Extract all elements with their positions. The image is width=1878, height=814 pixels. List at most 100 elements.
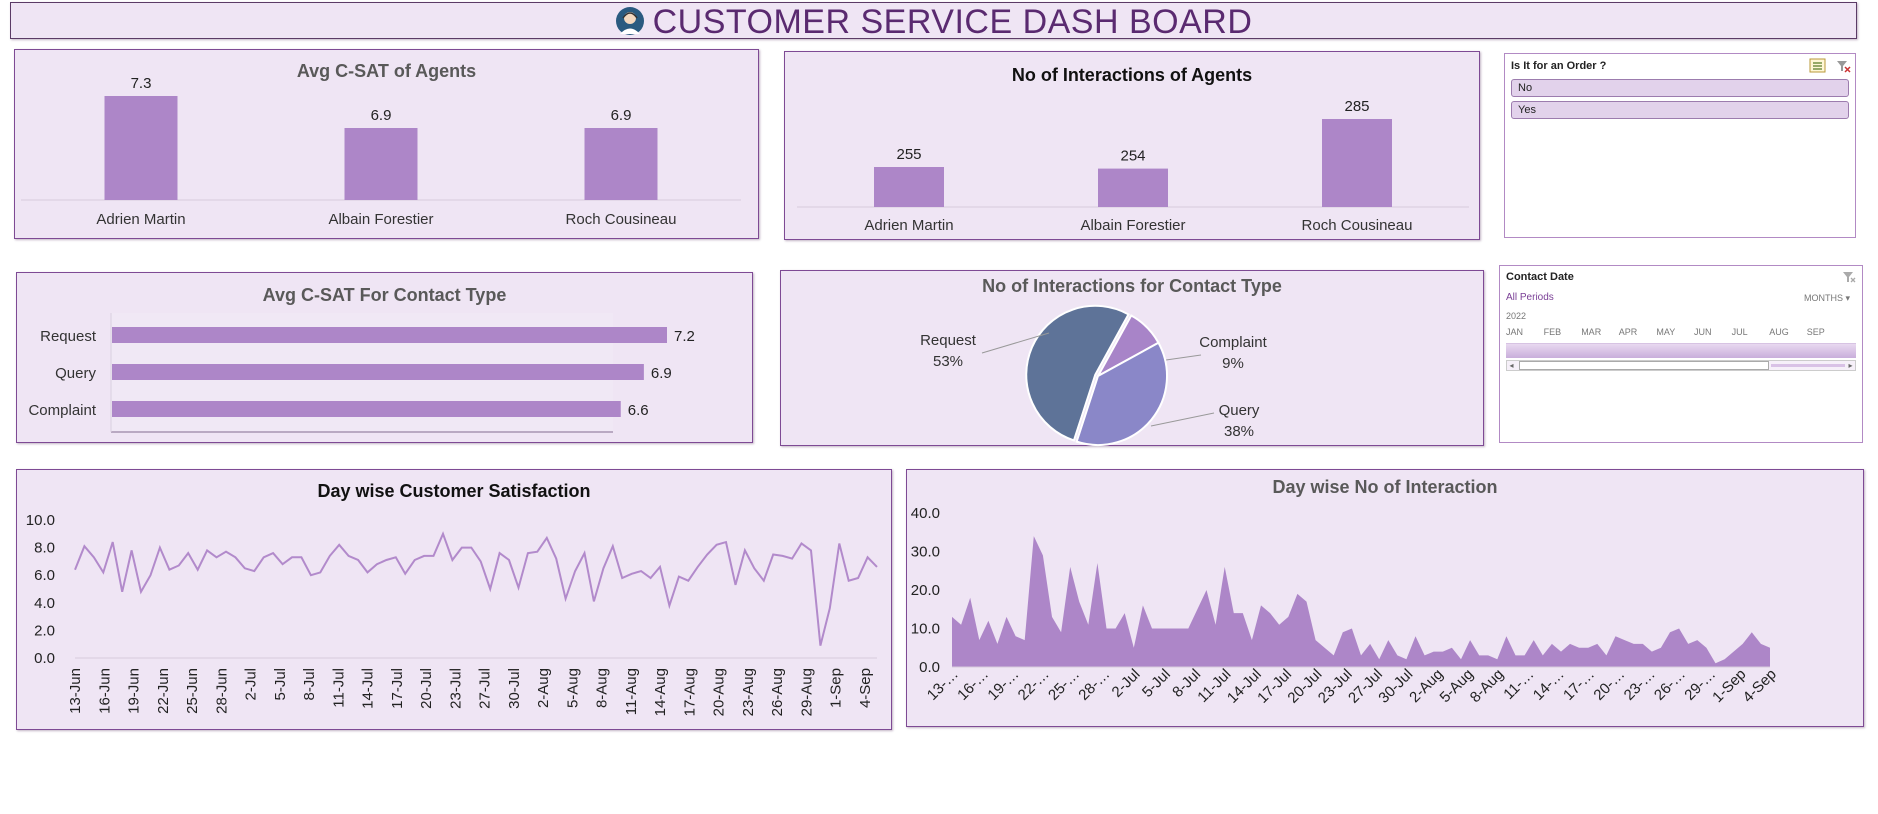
agent-headset-icon [615,7,644,36]
bar[interactable] [584,128,658,200]
timeline-all-periods[interactable]: All Periods [1506,292,1554,303]
category-label: Albain Forestier [1080,217,1185,234]
timeline-level-select[interactable]: MONTHS ▾ [1804,293,1850,304]
contact-date-timeline: Contact Date All Periods MONTHS ▾ 2022 J… [1499,265,1863,443]
series-area[interactable] [952,536,1770,667]
x-tick-label: 17-Jul [389,668,406,709]
x-tick-label: 27-Jul [1345,666,1386,707]
bar[interactable] [874,167,944,207]
scrollbar-thumb[interactable] [1519,361,1769,370]
timeline-year: 2022 [1506,311,1527,321]
x-tick-label: 23-… [1621,666,1659,704]
timeline-scrollbar[interactable]: ◂ ▸ [1506,360,1856,371]
timeline-month-mar[interactable]: MAR [1581,327,1601,337]
dashboard-title-wrap: CUSTOMER SERVICE DASH BOARD [11,3,1856,41]
x-tick-label: 28-Jun [213,668,230,714]
data-label: 285 [1344,98,1369,115]
clear-filter-icon[interactable] [1835,58,1851,74]
x-tick-label: 5-Aug [564,668,581,708]
slicer-title: Is It for an Order ? [1511,60,1607,72]
category-label: Adrien Martin [96,211,185,228]
bar[interactable] [104,96,178,200]
data-label: 6.9 [651,365,672,382]
category-label: Request [40,328,97,345]
x-tick-label: 16-Jun [96,668,113,714]
y-tick-label: 0.0 [34,650,55,667]
clear-filter-icon[interactable] [1842,270,1856,284]
x-tick-label: 2-Aug [1406,666,1446,706]
bar[interactable] [1322,119,1392,207]
x-tick-label: 11-Aug [623,668,640,715]
x-tick-label: 30-Jul [506,668,523,709]
bar[interactable] [344,128,418,200]
chevron-down-icon: ▾ [1843,293,1851,303]
x-tick-label: 23-Aug [740,668,757,716]
slicer-item-no[interactable]: No [1511,79,1849,97]
x-tick-label: 5-Aug [1437,666,1477,706]
x-tick-label: 8-Aug [594,668,611,708]
timeline-month-may[interactable]: MAY [1656,327,1675,337]
slice-label: Query [1219,402,1260,419]
data-label: 255 [896,146,921,163]
order-slicer: Is It for an Order ? No Yes [1504,53,1856,238]
panel-interactions-agents: No of Interactions of Agents 255 Adrien M… [784,51,1480,240]
x-tick-label: 23-Jul [447,668,464,709]
category-label: Adrien Martin [864,217,953,234]
series-line[interactable] [74,531,878,646]
daywise-interactions-chart: 40.030.020.010.00.013-…16-…19-…22-…25-…2… [911,505,1780,707]
x-tick-label: 28-… [1075,666,1113,704]
x-tick-label: 17-… [1560,666,1598,704]
data-label: 6.9 [611,107,632,124]
y-tick-label: 40.0 [911,505,940,522]
y-tick-label: 2.0 [34,622,55,639]
bar[interactable] [112,364,644,380]
x-tick-label: 5-Jul [1139,666,1174,701]
bar[interactable] [112,327,667,343]
timeline-month-aug[interactable]: AUG [1769,327,1789,337]
x-tick-label: 2-Jul [243,668,260,701]
panel-avg-csat-agents: Avg C-SAT of Agents 7.3 Adrien Martin 6.9 A… [14,49,759,239]
timeline-month-jun[interactable]: JUN [1694,327,1712,337]
timeline-month-sep[interactable]: SEP [1807,327,1825,337]
avg-csat-contact-chart: 7.2 Request 6.9 Query 6.6 Complaint [28,313,695,433]
data-label: 7.3 [131,75,152,92]
scroll-left-icon[interactable]: ◂ [1507,361,1516,370]
scroll-right-icon[interactable]: ▸ [1846,361,1855,370]
timeline-month-jan[interactable]: JAN [1506,327,1523,337]
x-tick-label: 22-Jun [155,668,172,714]
panel-daywise-interactions: Day wise No of Interaction 40.0 30.0 20.0 1… [906,469,1864,727]
slice-label: Complaint [1199,334,1267,351]
category-label: Albain Forestier [328,211,433,228]
multi-select-icon[interactable] [1809,58,1827,74]
x-tick-label: 20-… [1590,666,1628,704]
category-label: Roch Cousineau [1302,217,1413,234]
data-label: 254 [1120,148,1145,165]
x-tick-label: 25-Jun [184,668,201,714]
x-tick-label: 19-… [984,666,1022,704]
x-tick-label: 26-Aug [769,668,786,716]
bar[interactable] [1098,168,1168,207]
slice-percent: 38% [1224,423,1254,440]
x-tick-label: 17-Aug [681,668,698,716]
x-tick-label: 22-… [1015,666,1053,704]
timeline-month-apr[interactable]: APR [1619,327,1638,337]
panel-daywise-csat: Day wise Customer Satisfaction 10.0 8.0 6.… [16,469,892,730]
interactions-agents-chart: 255 Adrien Martin 254 Albain Forestier 285 Ro… [797,98,1469,234]
x-tick-label: 20-Jul [418,668,435,709]
category-label: Query [55,365,96,382]
x-tick-label: 1-Sep [1709,666,1749,706]
data-label: 6.9 [371,107,392,124]
bar[interactable] [112,401,621,417]
y-tick-label: 0.0 [919,659,940,676]
timeline-month-feb[interactable]: FEB [1544,327,1562,337]
x-tick-label: 14-Jul [360,668,377,709]
timeline-month-jul[interactable]: JUL [1732,327,1748,337]
scrollbar-track [1771,364,1845,367]
y-tick-label: 20.0 [911,582,940,599]
x-tick-label: 8-Aug [1467,666,1507,706]
timeline-selection-bar[interactable] [1506,343,1856,358]
slicer-item-yes[interactable]: Yes [1511,101,1849,119]
x-tick-label: 23-Jul [1315,666,1356,707]
slice-percent: 9% [1222,355,1244,372]
x-tick-label: 5-Jul [272,668,289,701]
